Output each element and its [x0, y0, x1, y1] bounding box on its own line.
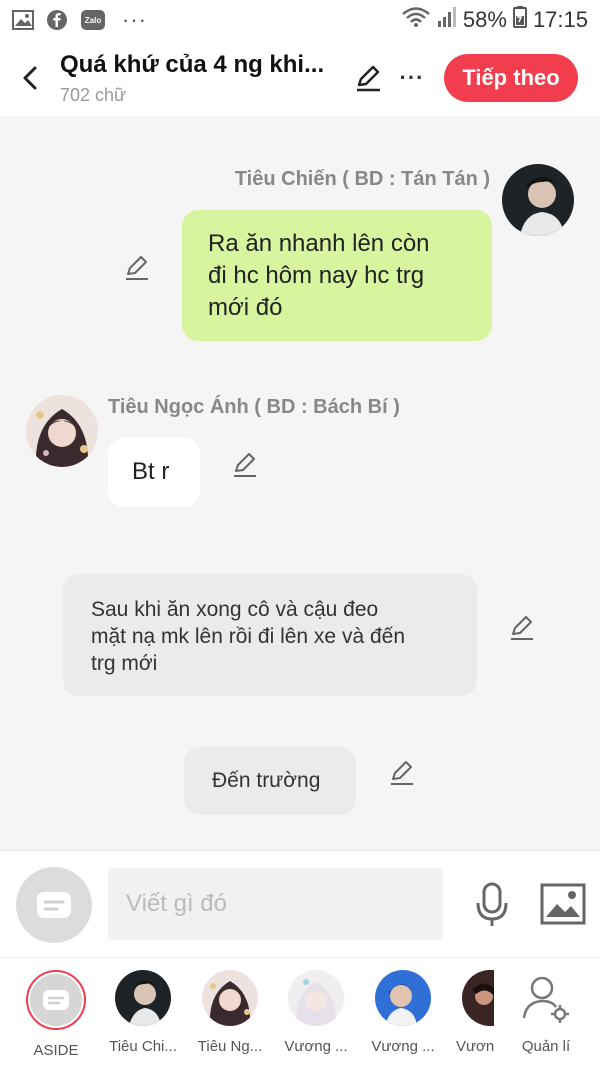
- manage-characters-button[interactable]: Quản lí: [508, 970, 584, 1055]
- character-label: ASIDE: [33, 1042, 79, 1059]
- bubble-line: mới đó: [208, 294, 283, 321]
- gallery-icon: [12, 9, 34, 31]
- character-bar: ASIDE Tiêu Chi... Tiêu Ng... Vương ... V…: [0, 957, 600, 1067]
- aside-bubble[interactable]: Đến trường: [184, 747, 356, 815]
- character-vuong-3[interactable]: Vươn: [440, 970, 510, 1055]
- microphone-icon: [476, 882, 508, 926]
- character-label: Tiêu Chi...: [109, 1038, 177, 1055]
- aside-mode-button[interactable]: [16, 867, 92, 943]
- title-block: Quá khứ của 4 ng khi... 702 chữ: [60, 51, 340, 106]
- dialogue-bubble[interactable]: Ra ăn nhanh lên còn đi hc hôm nay hc trg…: [182, 210, 492, 341]
- avatar: [375, 970, 431, 1026]
- bubble-line: Đến trường: [212, 769, 321, 792]
- character-vuong-2[interactable]: Vương ...: [363, 970, 443, 1055]
- signal-icon: [437, 6, 457, 34]
- avatar: [518, 970, 574, 1026]
- status-bar: Zalo ··· 58% 17:15: [0, 0, 600, 40]
- character-label: Vươn: [456, 1038, 494, 1055]
- bubble-line: đi hc hôm nay hc trg: [208, 262, 425, 289]
- speaker-name: Tiêu Ngọc Ánh ( BD : Bách Bí ): [108, 396, 400, 418]
- pencil-icon: [357, 65, 380, 92]
- editor-header: Quá khứ của 4 ng khi... 702 chữ ··· Tiếp…: [0, 40, 600, 116]
- message-input[interactable]: [108, 868, 443, 940]
- avatar: [115, 970, 171, 1026]
- edit-message-icon[interactable]: [230, 450, 260, 480]
- zalo-label: Zalo: [85, 16, 102, 25]
- character-tieu-chien[interactable]: Tiêu Chi...: [103, 970, 183, 1055]
- edit-message-icon[interactable]: [507, 613, 537, 643]
- battery-level: 58%: [462, 7, 507, 32]
- avatar-tieu-chien[interactable]: [502, 164, 574, 236]
- character-label: Vương ...: [371, 1038, 435, 1055]
- edit-title-button[interactable]: [346, 56, 390, 100]
- avatar-tieu-ngoc-anh[interactable]: [26, 395, 98, 467]
- bubble-line: Bt r: [132, 458, 170, 485]
- composer-bar: [0, 850, 600, 957]
- edit-message-icon[interactable]: [122, 253, 152, 283]
- clock: 17:15: [532, 7, 588, 32]
- dialogue-bubble[interactable]: Bt r: [108, 438, 200, 507]
- zalo-icon: Zalo: [80, 9, 106, 31]
- bubble-line: Ra ăn nhanh lên còn: [208, 230, 430, 257]
- chat-bubble-icon: [43, 990, 69, 1010]
- chat-bubble-icon: [37, 892, 71, 918]
- microphone-button[interactable]: [470, 881, 514, 929]
- aside-bubble[interactable]: Sau khi ăn xong cô và cậu đeo mặt nạ mk …: [63, 574, 477, 696]
- status-more: ···: [122, 7, 147, 32]
- wifi-icon: [401, 6, 431, 34]
- battery-icon: [512, 6, 527, 34]
- character-vuong-1[interactable]: Vương ...: [276, 970, 356, 1055]
- edit-message-icon[interactable]: [387, 758, 417, 788]
- character-label: Vương ...: [284, 1038, 348, 1055]
- chat-area[interactable]: Tiêu Chiến ( BD : Tán Tán ) Ra ăn nhanh …: [0, 116, 600, 850]
- word-count: 702 chữ: [60, 84, 127, 105]
- speaker-name: Tiêu Chiến ( BD : Tán Tán ): [234, 168, 490, 190]
- chevron-left-icon: [23, 66, 37, 90]
- manage-users-icon: [522, 976, 569, 1023]
- aside-avatar: [26, 970, 86, 1030]
- status-app-icons: Zalo ···: [12, 7, 147, 33]
- facebook-icon: [46, 9, 68, 31]
- more-options-button[interactable]: ···: [390, 56, 434, 100]
- image-icon: [540, 883, 586, 925]
- bubble-line: mặt nạ mk lên rồi đi lên xe và đến: [91, 625, 405, 648]
- bubble-line: trg mới: [91, 652, 158, 675]
- character-label: Tiêu Ng...: [197, 1038, 263, 1055]
- insert-image-button[interactable]: [540, 883, 586, 925]
- character-label: Quản lí: [521, 1038, 571, 1055]
- character-tieu-ngoc-anh[interactable]: Tiêu Ng...: [190, 970, 270, 1055]
- back-button[interactable]: [0, 40, 60, 116]
- story-title: Quá khứ của 4 ng khi...: [60, 50, 325, 78]
- avatar: [202, 970, 258, 1026]
- status-indicators: 58% 17:15: [401, 6, 588, 34]
- bubble-line: Sau khi ăn xong cô và cậu đeo: [91, 598, 379, 621]
- character-aside[interactable]: ASIDE: [16, 970, 96, 1059]
- avatar: [462, 970, 494, 1026]
- avatar: [288, 970, 344, 1026]
- next-button[interactable]: Tiếp theo: [444, 54, 578, 102]
